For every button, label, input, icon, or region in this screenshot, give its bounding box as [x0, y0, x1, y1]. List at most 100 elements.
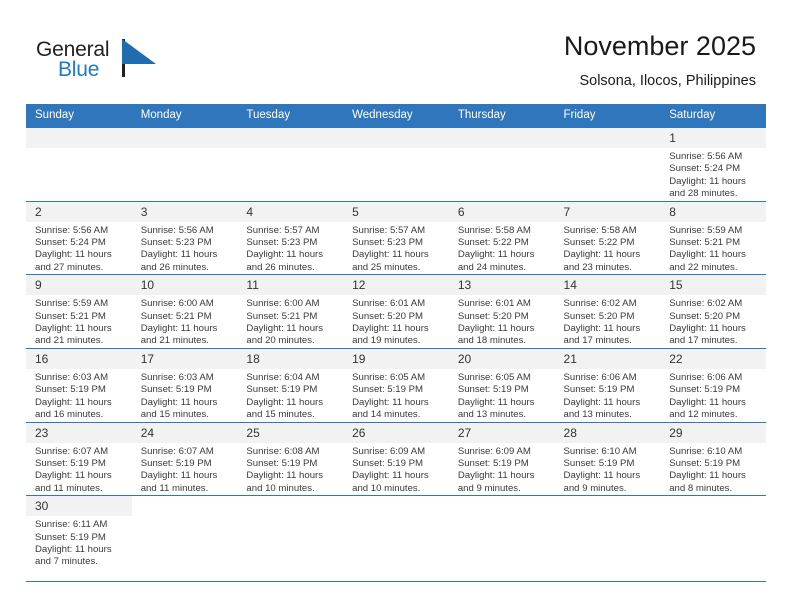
calendar-day-cell[interactable]: 6 Sunrise: 5:58 AM Sunset: 5:22 PM Daylight…	[448, 200, 555, 275]
calendar-day-cell[interactable]: 19 Sunrise: 6:05 AM Sunset: 5:19 PM Dayligh…	[343, 347, 449, 422]
calendar-day-cell[interactable]: 4 Sunrise: 5:57 AM Sunset: 5:23 PM Daylight…	[237, 200, 344, 275]
calendar-cell-inner	[237, 496, 343, 581]
calendar-day-cell[interactable]: 8 Sunrise: 5:59 AM Sunset: 5:21 PM Daylight…	[660, 200, 766, 275]
day-number	[131, 128, 238, 148]
calendar-day-cell[interactable]: 14 Sunrise: 6:02 AM Sunset: 5:20 PM Dayligh…	[554, 274, 661, 349]
calendar-week-row: 16 Sunrise: 6:03 AM Sunset: 5:19 PM Dayligh…	[26, 347, 766, 422]
calendar-day-cell[interactable]: 3 Sunrise: 5:56 AM Sunset: 5:23 PM Daylight…	[131, 200, 238, 275]
calendar-cell-empty	[448, 127, 555, 202]
calendar-day-cell[interactable]: 17 Sunrise: 6:03 AM Sunset: 5:19 PM Dayligh…	[131, 347, 238, 422]
daylight-text: Daylight: 11 hours and 13 minutes.	[563, 396, 641, 421]
sunset-text: Sunset: 5:19 PM	[35, 531, 106, 543]
sunrise-text: Sunrise: 6:01 AM	[457, 298, 531, 310]
calendar-day-cell[interactable]: 20 Sunrise: 6:05 AM Sunset: 5:19 PM Dayligh…	[448, 347, 555, 422]
daylight-text: Daylight: 11 hours and 28 minutes.	[669, 175, 746, 200]
daylight-text: Daylight: 11 hours and 24 minutes.	[457, 249, 535, 273]
day-number: 28	[554, 422, 661, 443]
calendar-cell-empty	[660, 495, 766, 583]
sunset-text: Sunset: 5:23 PM	[246, 237, 318, 249]
calendar-cell-inner: 20 Sunrise: 6:05 AM Sunset: 5:19 PM Dayligh…	[448, 348, 555, 422]
brand-logo[interactable]: General Blue	[36, 38, 176, 86]
sun-info: Sunrise: 6:03 AM Sunset: 5:19 PM Daylight:…	[26, 369, 132, 422]
sunrise-text: Sunrise: 6:05 AM	[457, 371, 531, 383]
calendar-week-row: 30 Sunrise: 6:11 AM Sunset: 5:19 PM Dayligh…	[26, 495, 766, 583]
calendar-day-cell[interactable]: 28 Sunrise: 6:10 AM Sunset: 5:19 PM Dayligh…	[554, 421, 661, 496]
calendar-day-cell[interactable]: 22 Sunrise: 6:06 AM Sunset: 5:19 PM Dayligh…	[660, 347, 766, 422]
title-block: November 2025 Solsona, Ilocos, Philippin…	[564, 30, 756, 90]
daylight-text: Daylight: 11 hours and 9 minutes.	[563, 470, 641, 494]
daylight-text: Daylight: 11 hours and 23 minutes.	[563, 249, 641, 273]
day-number: 10	[131, 275, 238, 296]
sunrise-text: Sunrise: 6:00 AM	[140, 298, 214, 310]
calendar-day-cell[interactable]: 23 Sunrise: 6:07 AM Sunset: 5:19 PM Dayligh…	[26, 421, 132, 496]
sun-info: Sunrise: 5:57 AM Sunset: 5:23 PM Daylight:…	[237, 222, 343, 275]
calendar-cell-inner	[132, 496, 238, 581]
sunrise-text: Sunrise: 6:09 AM	[457, 445, 531, 457]
calendar-day-cell[interactable]: 7 Sunrise: 5:58 AM Sunset: 5:22 PM Daylight…	[554, 200, 661, 275]
calendar-day-cell[interactable]: 21 Sunrise: 6:06 AM Sunset: 5:19 PM Dayligh…	[554, 347, 661, 422]
sunset-text: Sunset: 5:24 PM	[35, 237, 106, 249]
day-number: 26	[343, 422, 449, 443]
calendar-cell-inner	[131, 128, 238, 201]
calendar-day-cell[interactable]: 1 Sunrise: 5:56 AM Sunset: 5:24 PM Daylight…	[660, 127, 766, 202]
weekday-header-sunday: Sunday	[26, 104, 132, 128]
sun-info: Sunrise: 6:00 AM Sunset: 5:21 PM Daylight:…	[132, 295, 238, 348]
sun-info: Sunrise: 6:09 AM Sunset: 5:19 PM Daylight:…	[449, 443, 555, 496]
day-number: 1	[660, 128, 766, 148]
calendar-cell-inner: 10 Sunrise: 6:00 AM Sunset: 5:21 PM Dayligh…	[131, 275, 238, 348]
sun-info: Sunrise: 6:05 AM Sunset: 5:19 PM Daylight:…	[343, 369, 449, 422]
sunset-text: Sunset: 5:21 PM	[140, 310, 212, 322]
daylight-text: Daylight: 11 hours and 16 minutes.	[35, 396, 112, 421]
calendar-day-cell[interactable]: 9 Sunrise: 5:59 AM Sunset: 5:21 PM Daylight…	[26, 274, 132, 349]
daylight-text: Daylight: 11 hours and 11 minutes.	[140, 470, 218, 494]
calendar-day-cell[interactable]: 11 Sunrise: 6:00 AM Sunset: 5:21 PM Dayligh…	[237, 274, 344, 349]
daylight-text: Daylight: 11 hours and 27 minutes.	[35, 249, 112, 273]
sunrise-text: Sunrise: 6:02 AM	[669, 298, 743, 310]
day-number: 18	[237, 348, 344, 369]
calendar-cell-empty	[131, 495, 238, 583]
calendar-cell-empty	[343, 127, 449, 202]
day-number: 17	[131, 348, 238, 369]
calendar-cell-inner: 14 Sunrise: 6:02 AM Sunset: 5:20 PM Dayligh…	[554, 275, 661, 348]
calendar-cell-inner	[343, 496, 449, 581]
weekday-header-row: Sunday Monday Tuesday Wednesday Thursday…	[26, 104, 766, 128]
day-number: 29	[660, 422, 766, 443]
calendar-day-cell[interactable]: 26 Sunrise: 6:09 AM Sunset: 5:19 PM Dayligh…	[343, 421, 449, 496]
daylight-text: Daylight: 11 hours and 21 minutes.	[35, 323, 112, 347]
calendar-day-cell[interactable]: 2 Sunrise: 5:56 AM Sunset: 5:24 PM Daylight…	[26, 200, 132, 275]
sun-info: Sunrise: 5:56 AM Sunset: 5:23 PM Daylight:…	[132, 222, 238, 275]
day-number: 24	[131, 422, 238, 443]
calendar-cell-inner: 18 Sunrise: 6:04 AM Sunset: 5:19 PM Dayligh…	[237, 348, 344, 422]
sunset-text: Sunset: 5:19 PM	[669, 384, 741, 396]
calendar-cell-inner: 3 Sunrise: 5:56 AM Sunset: 5:23 PM Daylight…	[131, 201, 238, 275]
sunset-text: Sunset: 5:19 PM	[246, 384, 318, 396]
calendar-day-cell[interactable]: 5 Sunrise: 5:57 AM Sunset: 5:23 PM Daylight…	[343, 200, 449, 275]
calendar-cell-inner: 21 Sunrise: 6:06 AM Sunset: 5:19 PM Dayligh…	[554, 348, 661, 422]
sun-info: Sunrise: 6:10 AM Sunset: 5:19 PM Daylight:…	[660, 443, 766, 496]
calendar-cell-inner	[26, 128, 132, 201]
sunset-text: Sunset: 5:19 PM	[352, 384, 424, 396]
sunrise-text: Sunrise: 6:11 AM	[35, 519, 108, 531]
calendar-day-cell[interactable]: 16 Sunrise: 6:03 AM Sunset: 5:19 PM Dayligh…	[26, 347, 132, 422]
sun-info: Sunrise: 6:08 AM Sunset: 5:19 PM Daylight:…	[237, 443, 343, 496]
calendar-day-cell[interactable]: 12 Sunrise: 6:01 AM Sunset: 5:20 PM Dayligh…	[343, 274, 449, 349]
sunrise-text: Sunrise: 6:06 AM	[669, 371, 743, 383]
calendar-cell-inner	[343, 128, 449, 201]
daylight-text: Daylight: 11 hours and 26 minutes.	[140, 249, 218, 273]
daylight-text: Daylight: 11 hours and 18 minutes.	[457, 323, 535, 347]
calendar-day-cell[interactable]: 30 Sunrise: 6:11 AM Sunset: 5:19 PM Dayligh…	[26, 495, 132, 583]
calendar-day-cell[interactable]: 29 Sunrise: 6:10 AM Sunset: 5:19 PM Dayligh…	[660, 421, 766, 496]
day-number: 15	[660, 275, 766, 296]
calendar-day-cell[interactable]: 27 Sunrise: 6:09 AM Sunset: 5:19 PM Dayligh…	[448, 421, 555, 496]
sun-info: Sunrise: 5:57 AM Sunset: 5:23 PM Daylight:…	[343, 222, 449, 275]
calendar-day-cell[interactable]: 18 Sunrise: 6:04 AM Sunset: 5:19 PM Dayligh…	[237, 347, 344, 422]
daylight-text: Daylight: 11 hours and 8 minutes.	[669, 470, 746, 494]
calendar-day-cell[interactable]: 13 Sunrise: 6:01 AM Sunset: 5:20 PM Dayligh…	[448, 274, 555, 349]
day-number: 6	[448, 201, 555, 222]
calendar-day-cell[interactable]: 24 Sunrise: 6:07 AM Sunset: 5:19 PM Dayligh…	[131, 421, 238, 496]
calendar-day-cell[interactable]: 25 Sunrise: 6:08 AM Sunset: 5:19 PM Dayligh…	[237, 421, 344, 496]
calendar-day-cell[interactable]: 10 Sunrise: 6:00 AM Sunset: 5:21 PM Dayligh…	[131, 274, 238, 349]
sun-info: Sunrise: 6:05 AM Sunset: 5:19 PM Daylight:…	[449, 369, 555, 422]
brand-name-blue: Blue	[58, 58, 100, 81]
calendar-day-cell[interactable]: 15 Sunrise: 6:02 AM Sunset: 5:20 PM Dayligh…	[660, 274, 766, 349]
